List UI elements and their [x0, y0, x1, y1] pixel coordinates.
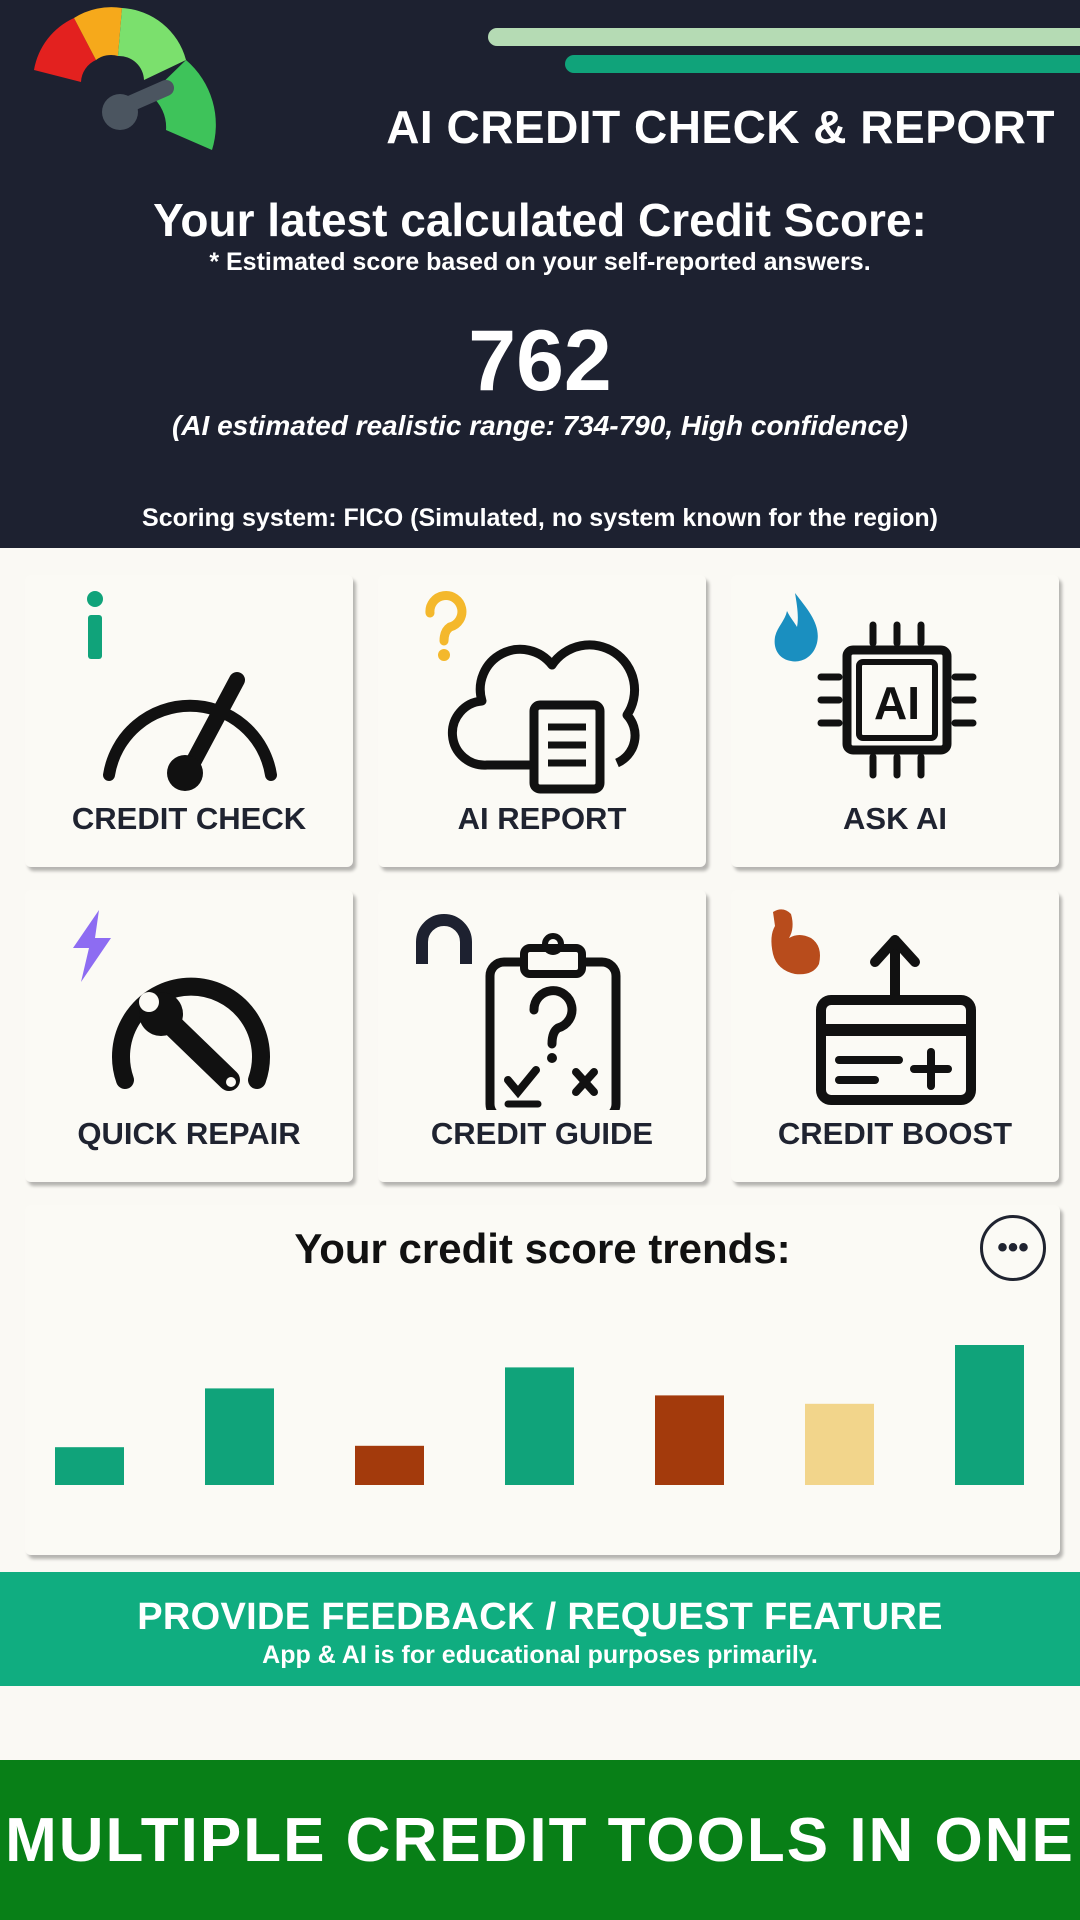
- scoring-system: Scoring system: FICO (Simulated, no syst…: [142, 504, 938, 532]
- trend-bar-6: [805, 1403, 874, 1485]
- trend-bar-2: [205, 1388, 274, 1485]
- tile-label: CREDIT GUIDE: [430, 1116, 654, 1151]
- tile-ask-ai[interactable]: AI ASK AI: [731, 575, 1059, 867]
- feedback-subtitle: App & AI is for educational purposes pri…: [262, 1641, 818, 1669]
- trend-bar-7: [955, 1345, 1024, 1485]
- wrench-gauge-icon: [112, 977, 270, 1091]
- tile-credit-boost[interactable]: CREDIT BOOST: [731, 890, 1059, 1182]
- decorative-stripe-light: [488, 28, 1080, 46]
- speedometer-icon: [103, 672, 277, 791]
- chart-title: Your credit score trends:: [294, 1225, 791, 1272]
- promo-banner-text: MULTIPLE CREDIT TOOLS IN ONE: [5, 1805, 1075, 1875]
- tile-label: ASK AI: [843, 801, 947, 836]
- tile-ai-report[interactable]: AI REPORT: [378, 575, 706, 867]
- trend-bar-5: [655, 1395, 724, 1485]
- tile-quick-repair[interactable]: QUICK REPAIR: [25, 890, 353, 1182]
- tile-credit-guide[interactable]: CREDIT GUIDE: [378, 890, 706, 1182]
- credit-score-value: 762: [468, 313, 612, 409]
- trend-bar-3: [355, 1445, 424, 1485]
- trends-chart-card: Your credit score trends: •••: [25, 1205, 1060, 1555]
- score-range: (AI estimated realistic range: 734-790, …: [171, 410, 908, 441]
- decorative-stripe-green: [565, 55, 1080, 73]
- trend-bar-1: [55, 1447, 124, 1485]
- score-note: * Estimated score based on your self-rep…: [209, 248, 871, 276]
- promo-banner: MULTIPLE CREDIT TOOLS IN ONE: [0, 1760, 1080, 1920]
- tile-label: QUICK REPAIR: [77, 1116, 301, 1151]
- more-options-button[interactable]: •••: [980, 1215, 1046, 1281]
- tile-label: CREDIT BOOST: [777, 1116, 1013, 1151]
- tile-credit-check[interactable]: CREDIT CHECK: [25, 575, 353, 867]
- gauge-logo-icon: [34, 7, 216, 150]
- score-heading: Your latest calculated Credit Score:: [153, 194, 927, 246]
- feedback-button[interactable]: PROVIDE FEEDBACK / REQUEST FEATURE App &…: [0, 1572, 1080, 1686]
- cloud-document-icon: [447, 640, 640, 794]
- card-upload-icon: [816, 935, 976, 1105]
- tile-label: AI REPORT: [457, 801, 627, 836]
- app-title: AI CREDIT CHECK & REPORT: [386, 101, 1055, 153]
- trend-bar-4: [505, 1367, 574, 1485]
- feedback-title: PROVIDE FEEDBACK / REQUEST FEATURE: [137, 1596, 943, 1638]
- tile-label: CREDIT CHECK: [71, 801, 307, 836]
- ai-chip-icon: AI: [817, 621, 977, 779]
- clipboard-quiz-icon: [485, 933, 621, 1110]
- more-options-icon: •••: [997, 1231, 1029, 1264]
- svg-text:AI: AI: [874, 677, 920, 729]
- header-panel: AI CREDIT CHECK & REPORT Your latest cal…: [0, 0, 1080, 548]
